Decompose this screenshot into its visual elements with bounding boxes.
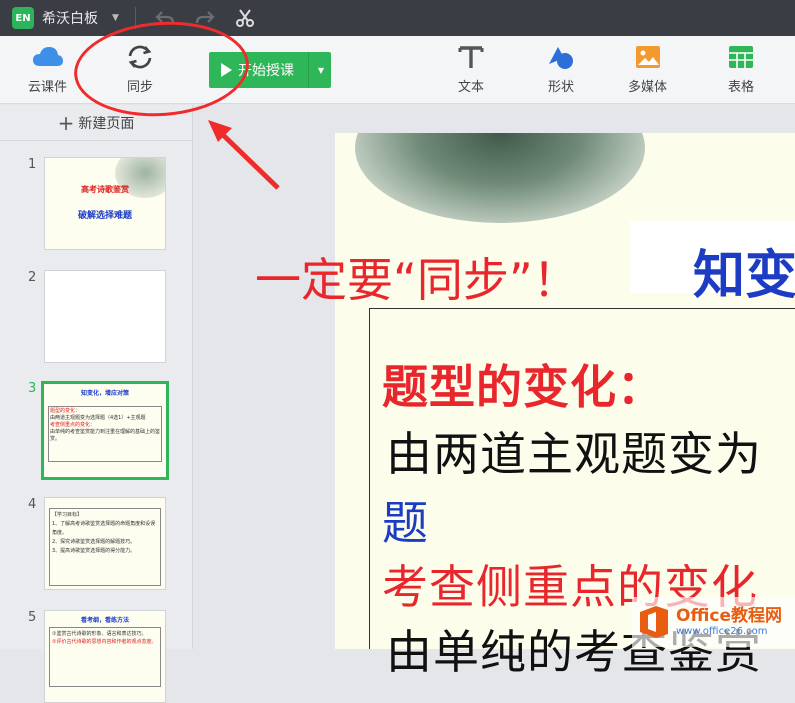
annotation-arrow-icon: [208, 120, 280, 190]
slide-title[interactable]: 知变: [693, 233, 795, 308]
thumb-row: 3、提高诗歌鉴赏选择题的得分能力。: [52, 548, 136, 554]
slide-sidebar: + 新建页面 1 高考诗歌鉴赏 破解选择难题 2 3 知变化，增应对策 题型的变…: [0, 105, 193, 703]
shape-tool-button[interactable]: 形状: [546, 44, 576, 95]
slide-number: 1: [28, 157, 37, 172]
watermark-title: Office教程网: [676, 606, 783, 626]
app-title: 希沃白板: [42, 11, 98, 27]
cloud-icon: [32, 47, 63, 66]
table-tool-label: 表格: [727, 80, 754, 95]
thumb-row: 由单纯的考查鉴赏能力到注重在理解的基础上的鉴赏。: [50, 429, 161, 442]
annotation-text: 一定要“同步”！: [255, 253, 579, 307]
thumb-row: 题型的变化：: [50, 408, 81, 414]
slide-preview: 高考诗歌鉴赏 破解选择难题: [44, 157, 166, 250]
new-page-label: 新建页面: [78, 115, 135, 132]
start-class-divider: [308, 52, 309, 88]
slide-preview: [44, 270, 166, 363]
slide-line-2: 由两道主观题变为: [386, 427, 762, 481]
thumb-row: 考查侧重点的变化：: [50, 422, 96, 428]
thumb-row: ①鉴赏古代诗歌的形象、语言和表达技巧。: [52, 631, 147, 637]
thumb-title: 知变化，增应对策: [80, 390, 129, 397]
site-watermark: Office教程网 www.office26.com: [632, 597, 795, 647]
thumb-title: 看考纲，看练方法: [80, 617, 129, 624]
thumb-row: 2、探究诗歌鉴赏选择题的解题技巧。: [52, 539, 136, 545]
slide-line-1: 题型的变化：: [382, 360, 664, 414]
image-icon: [635, 46, 660, 68]
text-t-icon: [458, 46, 484, 68]
thumb-row: 1、了解高考诗歌鉴赏选择题的命题角度和设误角度。: [52, 521, 156, 536]
text-tool-button[interactable]: 文本: [456, 44, 486, 95]
slide-number: 5: [28, 610, 37, 625]
shape-tool-label: 形状: [547, 80, 574, 95]
slide-preview: 看考纲，看练方法 ①鉴赏古代诗歌的形象、语言和表达技巧。 ②评价古代诗歌的思想内…: [44, 610, 166, 703]
app-logo-icon: EN: [12, 7, 34, 29]
plus-icon: +: [57, 110, 75, 135]
slide-number: 3: [28, 381, 37, 396]
watermark-url: www.office26.com: [676, 626, 768, 637]
slide-preview: 【学习目标】 1、了解高考诗歌鉴赏选择题的命题角度和设误角度。 2、探究诗歌鉴赏…: [44, 497, 166, 590]
text-tool-label: 文本: [457, 80, 484, 95]
app-menu-chevron-down-icon[interactable]: ▼: [112, 13, 119, 23]
cloud-courseware-button[interactable]: 云课件: [28, 44, 67, 95]
office-logo-icon: [640, 606, 668, 638]
slide-number: 4: [28, 497, 37, 512]
slide-line-3: 题: [382, 496, 429, 550]
slide-number: 2: [28, 270, 37, 285]
cut-icon[interactable]: [234, 7, 256, 29]
multimedia-tool-button[interactable]: 多媒体: [628, 44, 667, 95]
thumb-row: ②评价古代诗歌的思想内容和作者的观点态度。: [52, 639, 157, 645]
thumb-row: 【学习目标】: [52, 512, 83, 518]
multimedia-tool-label: 多媒体: [628, 80, 668, 95]
slide-preview-selected: 知变化，增应对策 题型的变化： 由两道主观题变为选择题（4选1）+主观题 考查侧…: [41, 381, 169, 480]
thumb-title: 高考诗歌鉴赏: [81, 185, 129, 194]
thumb-subtitle: 破解选择难题: [77, 211, 132, 221]
table-tool-button[interactable]: 表格: [726, 44, 756, 95]
shape-icon: [549, 47, 573, 69]
thumb-row: 由两道主观题变为选择题（4选1）+主观题: [50, 415, 146, 421]
ink-wash-decoration: [355, 133, 645, 223]
cloud-courseware-label: 云课件: [28, 80, 68, 95]
table-icon: [729, 46, 753, 68]
start-class-dropdown-chevron-down-icon[interactable]: ▼: [318, 66, 324, 75]
